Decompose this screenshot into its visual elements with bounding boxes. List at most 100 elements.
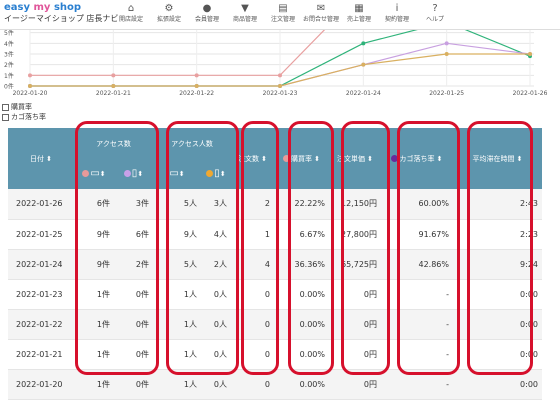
cell-p-sp: 2人 bbox=[201, 249, 231, 280]
col-purchase-header[interactable]: 購買率 ⬍ bbox=[274, 128, 329, 189]
cell-cart: - bbox=[381, 369, 453, 400]
table-row: 2022-01-22 1件 0件 1人 0人 0 0.00% 0円 -0:00 bbox=[8, 309, 542, 340]
nav-item-6[interactable]: ▦ 売上管理 bbox=[340, 0, 378, 25]
top-bar: easy my shop イージーマイショップ 店長ナビ ⌂ 開店設定 ⚙ 拡張設定 ●… bbox=[0, 0, 560, 30]
cell-cart: - bbox=[381, 309, 453, 340]
nav-item-5[interactable]: ✉ お問合せ管理 bbox=[302, 0, 340, 25]
cell-date: 2022-01-23 bbox=[8, 279, 74, 310]
cell-purchase: 36.36% bbox=[274, 249, 329, 280]
cell-p-pc: 5人 bbox=[153, 189, 201, 220]
col-date-header[interactable]: 日付 ⬍ bbox=[8, 128, 74, 189]
col-cart-header[interactable]: カゴ落ち率 ⬍ bbox=[381, 128, 453, 189]
cell-date: 2022-01-24 bbox=[8, 249, 74, 280]
document-icon: ▤ bbox=[278, 3, 288, 14]
table-row: 2022-01-21 1件 0件 1人 0人 0 0.00% 0円 -0:00 bbox=[8, 339, 542, 370]
violet-dot-icon bbox=[391, 154, 399, 162]
cell-cart: 42.86% bbox=[381, 249, 453, 280]
calculator-icon: ▦ bbox=[354, 3, 364, 14]
nav-label: 開店設定 bbox=[118, 16, 143, 23]
series-point bbox=[28, 73, 32, 78]
x-tick-label: 2022-01-22 bbox=[179, 90, 214, 97]
question-icon: ? bbox=[432, 3, 438, 14]
nav-label: お問合せ管理 bbox=[302, 16, 339, 23]
nav-label: 商品管理 bbox=[232, 16, 257, 23]
cell-p-sp: 0人 bbox=[201, 369, 231, 400]
main-nav: ⌂ 開店設定 ⚙ 拡張設定 ● 会員管理 ▼ 商品管理 ▤ 注文管理 ✉ お問合せ管理 ▦ 売上管理 i 契約… bbox=[112, 0, 454, 25]
nav-item-8[interactable]: ? ヘルプ bbox=[416, 0, 454, 25]
legend-item-cart-rate[interactable]: カゴ落ち率 bbox=[2, 112, 46, 122]
cell-unit: 0円 bbox=[329, 339, 381, 370]
table-row: 2022-01-20 1件 0件 1人 0人 0 0.00% 0円 -0:00 bbox=[8, 369, 542, 400]
cell-orders: 2 bbox=[231, 189, 274, 220]
cell-date: 2022-01-22 bbox=[8, 309, 74, 340]
checkbox[interactable] bbox=[2, 103, 9, 111]
cell-p-sp: 0人 bbox=[201, 339, 231, 370]
cell-orders: 1 bbox=[231, 219, 274, 250]
col-access-sp[interactable]: ▯⬍ bbox=[114, 159, 153, 189]
series-point bbox=[194, 84, 199, 88]
nav-item-0[interactable]: ⌂ 開店設定 bbox=[112, 0, 150, 25]
table-row: 2022-01-23 1件 0件 1人 0人 0 0.00% 0円 -0:00 bbox=[8, 279, 542, 310]
col-access-group: アクセス数 bbox=[74, 128, 153, 159]
line-chart: 0件1件2件3件4件5件6件2022-01-202022-01-212022-0… bbox=[4, 22, 548, 97]
user-icon: ● bbox=[202, 3, 212, 14]
col-unit-header[interactable]: 注文単価 ⬍ bbox=[329, 128, 381, 189]
cell-p-sp: 0人 bbox=[201, 279, 231, 310]
cell-purchase: 0.00% bbox=[274, 339, 329, 370]
series-point bbox=[28, 84, 32, 88]
cell-orders: 0 bbox=[231, 339, 274, 370]
x-tick-label: 2022-01-21 bbox=[96, 90, 131, 97]
nav-item-3[interactable]: ▼ 商品管理 bbox=[226, 0, 264, 25]
checkbox[interactable] bbox=[2, 113, 9, 121]
col-people-pc[interactable]: ▭⬍ bbox=[153, 159, 201, 189]
cell-date: 2022-01-21 bbox=[8, 339, 74, 370]
cell-p-pc: 1人 bbox=[153, 309, 201, 340]
x-tick-label: 2022-01-20 bbox=[13, 90, 48, 97]
cell-a-pc: 1件 bbox=[74, 339, 114, 370]
col-people-group: アクセス人数 bbox=[153, 128, 231, 159]
cell-p-pc: 1人 bbox=[153, 339, 201, 370]
series-point bbox=[361, 62, 366, 67]
cell-orders: 4 bbox=[231, 249, 274, 280]
cell-p-pc: 5人 bbox=[153, 249, 201, 280]
cell-stay: 0:00 bbox=[453, 369, 542, 400]
cell-p-sp: 3人 bbox=[201, 189, 231, 220]
nav-item-1[interactable]: ⚙ 拡張設定 bbox=[150, 0, 188, 25]
cell-stay: 2:23 bbox=[453, 219, 542, 250]
cell-unit: 65,725円 bbox=[329, 249, 381, 280]
cell-p-pc: 1人 bbox=[153, 279, 201, 310]
cell-a-sp: 2件 bbox=[114, 249, 153, 280]
envelope-icon: ✉ bbox=[316, 3, 326, 14]
cell-a-pc: 9件 bbox=[74, 219, 114, 250]
nav-item-7[interactable]: i 契約管理 bbox=[378, 0, 416, 25]
chart-legend: 購買率 カゴ落ち率 bbox=[2, 102, 46, 122]
nav-label: 売上管理 bbox=[346, 16, 371, 23]
cell-a-pc: 1件 bbox=[74, 369, 114, 400]
col-people-sp[interactable]: ▯⬍ bbox=[201, 159, 231, 189]
cell-date: 2022-01-20 bbox=[8, 369, 74, 400]
cell-p-pc: 9人 bbox=[153, 219, 201, 250]
cell-a-pc: 1件 bbox=[74, 309, 114, 340]
cell-p-pc: 1人 bbox=[153, 369, 201, 400]
cell-a-pc: 9件 bbox=[74, 249, 114, 280]
col-access-pc[interactable]: ▭⬍ bbox=[74, 159, 114, 189]
pink-dot-icon bbox=[82, 170, 90, 177]
nav-label: 拡張設定 bbox=[156, 16, 181, 23]
col-stay-header[interactable]: 平均滞在時間 ⬍ bbox=[453, 128, 542, 189]
nav-item-2[interactable]: ● 会員管理 bbox=[188, 0, 226, 25]
cell-purchase: 0.00% bbox=[274, 279, 329, 310]
laptop-icon: ▭ bbox=[90, 168, 100, 179]
nav-label: 注文管理 bbox=[270, 16, 295, 23]
cell-stay: 0:00 bbox=[453, 279, 542, 310]
legend-item-purchase-rate[interactable]: 購買率 bbox=[2, 102, 46, 112]
series-point bbox=[278, 84, 282, 88]
nav-item-4[interactable]: ▤ 注文管理 bbox=[264, 0, 302, 25]
cell-purchase: 6.67% bbox=[274, 219, 329, 250]
col-orders-header[interactable]: 注文数 ⬍ bbox=[231, 128, 274, 189]
cell-cart: - bbox=[381, 279, 453, 310]
logo[interactable]: easy my shop イージーマイショップ 店長ナビ bbox=[4, 2, 118, 24]
cell-a-pc: 1件 bbox=[74, 279, 114, 310]
purple-dot-icon bbox=[123, 170, 131, 177]
cell-a-sp: 0件 bbox=[114, 369, 153, 400]
y-tick-label: 4件 bbox=[4, 40, 14, 48]
